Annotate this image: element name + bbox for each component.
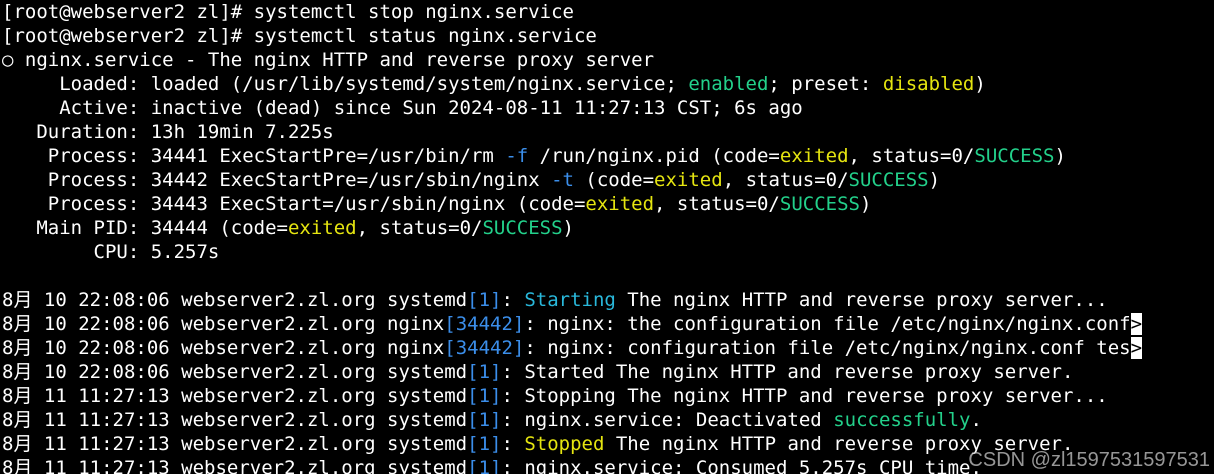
terminal-text: /run/nginx.pid (code=	[528, 145, 780, 167]
terminal-line: 8月 10 22:08:06 webserver2.zl.org nginx[3…	[2, 312, 1214, 336]
terminal-text: :	[501, 433, 525, 455]
terminal-line: ○ nginx.service - The nginx HTTP and rev…	[2, 48, 1214, 72]
terminal-text: :	[501, 289, 525, 311]
terminal-text: Process: 34441 ExecStartPre=/usr/bin/rm	[2, 145, 506, 167]
terminal-text: Active: inactive (dead) since Sun 2024-0…	[2, 97, 803, 119]
terminal-text: >	[1130, 337, 1143, 359]
terminal-text: exited	[654, 169, 723, 191]
terminal-text: (code=	[573, 169, 655, 191]
terminal-text: [1]	[467, 409, 502, 431]
terminal-text: [root@webserver2 zl]# systemctl status n…	[2, 25, 597, 47]
terminal-text: [1]	[467, 385, 502, 407]
terminal-text: : nginx.service: Deactivated	[501, 409, 834, 431]
terminal-line: 8月 10 22:08:06 webserver2.zl.org nginx[3…	[2, 336, 1214, 360]
terminal-text: : Stopping The nginx HTTP and reverse pr…	[501, 385, 1108, 407]
terminal-text: [34442]	[444, 337, 525, 359]
terminal-line: [root@webserver2 zl]# systemctl stop ngi…	[2, 0, 1214, 24]
terminal-line: Process: 34442 ExecStartPre=/usr/sbin/ng…	[2, 168, 1214, 192]
terminal-text: , status=0/	[848, 145, 975, 167]
terminal-text: 8月 10 22:08:06 webserver2.zl.org nginx	[2, 337, 445, 359]
terminal-text: )	[928, 169, 941, 191]
terminal-line: 8月 11 11:27:13 webserver2.zl.org systemd…	[2, 408, 1214, 432]
terminal-line: Process: 34443 ExecStart=/usr/sbin/nginx…	[2, 192, 1214, 216]
terminal-line: Process: 34441 ExecStartPre=/usr/bin/rm …	[2, 144, 1214, 168]
terminal-text: 8月 10 22:08:06 webserver2.zl.org systemd	[2, 361, 468, 383]
terminal-line: CPU: 5.257s	[2, 240, 1214, 264]
terminal-text: )	[1054, 145, 1066, 167]
terminal-line: 8月 10 22:08:06 webserver2.zl.org systemd…	[2, 360, 1214, 384]
terminal-text: exited	[287, 217, 357, 239]
terminal-text: >	[1130, 313, 1143, 335]
terminal-text: 8月 11 11:27:13 webserver2.zl.org systemd	[2, 433, 468, 455]
terminal-text: , status=0/	[722, 169, 849, 191]
terminal-text: ; preset:	[768, 73, 883, 95]
terminal-text: Duration: 13h 19min 7.225s	[2, 121, 334, 143]
terminal-text: enabled	[688, 73, 769, 95]
terminal-text: [root@webserver2 zl]# systemctl stop ngi…	[2, 1, 574, 23]
terminal-text: -f	[505, 145, 529, 167]
terminal-text: : Started The nginx HTTP and reverse pro…	[501, 361, 1074, 383]
terminal-text: )	[562, 217, 574, 239]
terminal-text: exited	[779, 145, 849, 167]
terminal-text: , status=0/	[356, 217, 483, 239]
terminal-text: : nginx: configuration file /etc/nginx/n…	[524, 337, 1131, 359]
terminal-line: [root@webserver2 zl]# systemctl status n…	[2, 24, 1214, 48]
terminal-text: 8月 10 22:08:06 webserver2.zl.org nginx	[2, 313, 445, 335]
terminal-text: [34442]	[444, 313, 525, 335]
terminal-line: Duration: 13h 19min 7.225s	[2, 120, 1214, 144]
terminal-text: Process: 34443 ExecStart=/usr/sbin/nginx…	[2, 193, 586, 215]
terminal-text: : nginx: the configuration file /etc/ngi…	[524, 313, 1131, 335]
terminal-window[interactable]: [root@webserver2 zl]# systemctl stop ngi…	[0, 0, 1214, 474]
terminal-text: Main PID: 34444 (code=	[2, 217, 288, 239]
terminal-text: SUCCESS	[482, 217, 563, 239]
terminal-text: 8月 11 11:27:13 webserver2.zl.org systemd	[2, 385, 468, 407]
terminal-text: disabled	[882, 73, 975, 95]
terminal-text: , status=0/	[654, 193, 780, 215]
terminal-line: Loaded: loaded (/usr/lib/systemd/system/…	[2, 72, 1214, 96]
terminal-text: SUCCESS	[779, 193, 860, 215]
terminal-text: .	[970, 409, 982, 431]
terminal-line: 8月 11 11:27:13 webserver2.zl.org systemd…	[2, 384, 1214, 408]
terminal-line: 8月 10 22:08:06 webserver2.zl.org systemd…	[2, 288, 1214, 312]
terminal-text: 8月 11 11:27:13 webserver2.zl.org systemd	[2, 409, 468, 431]
terminal-text: )	[974, 73, 986, 95]
terminal-text: : nginx.service: Consumed 5.257s CPU tim…	[501, 457, 982, 474]
terminal-text: successfully	[833, 409, 971, 431]
terminal-text: [1]	[467, 457, 502, 474]
terminal-text: [1]	[467, 433, 502, 455]
terminal-text: CPU: 5.257s	[2, 241, 220, 263]
terminal-text: The nginx HTTP and reverse proxy server.…	[615, 289, 1108, 311]
terminal-line: Active: inactive (dead) since Sun 2024-0…	[2, 96, 1214, 120]
terminal-text: ○ nginx.service - The nginx HTTP and rev…	[2, 49, 655, 71]
terminal-text: 8月 11 11:27:13 webserver2.zl.org systemd	[2, 457, 468, 474]
terminal-text: )	[859, 193, 872, 215]
terminal-text: 8月 10 22:08:06 webserver2.zl.org systemd	[2, 289, 468, 311]
csdn-watermark: CSDN @zl1597531597531	[968, 449, 1210, 471]
terminal-text: exited	[585, 193, 655, 215]
terminal-text: [1]	[467, 289, 502, 311]
terminal-text: Starting	[524, 289, 616, 311]
terminal-text: Stopped	[524, 433, 605, 455]
terminal-text: SUCCESS	[848, 169, 929, 191]
terminal-line: Main PID: 34444 (code=exited, status=0/S…	[2, 216, 1214, 240]
terminal-text: Process: 34442 ExecStartPre=/usr/sbin/ng…	[2, 169, 552, 191]
terminal-text: [1]	[467, 361, 502, 383]
terminal-text: -t	[551, 169, 574, 191]
terminal-text: SUCCESS	[974, 145, 1055, 167]
terminal-text: Loaded: loaded (/usr/lib/systemd/system/…	[2, 73, 689, 95]
